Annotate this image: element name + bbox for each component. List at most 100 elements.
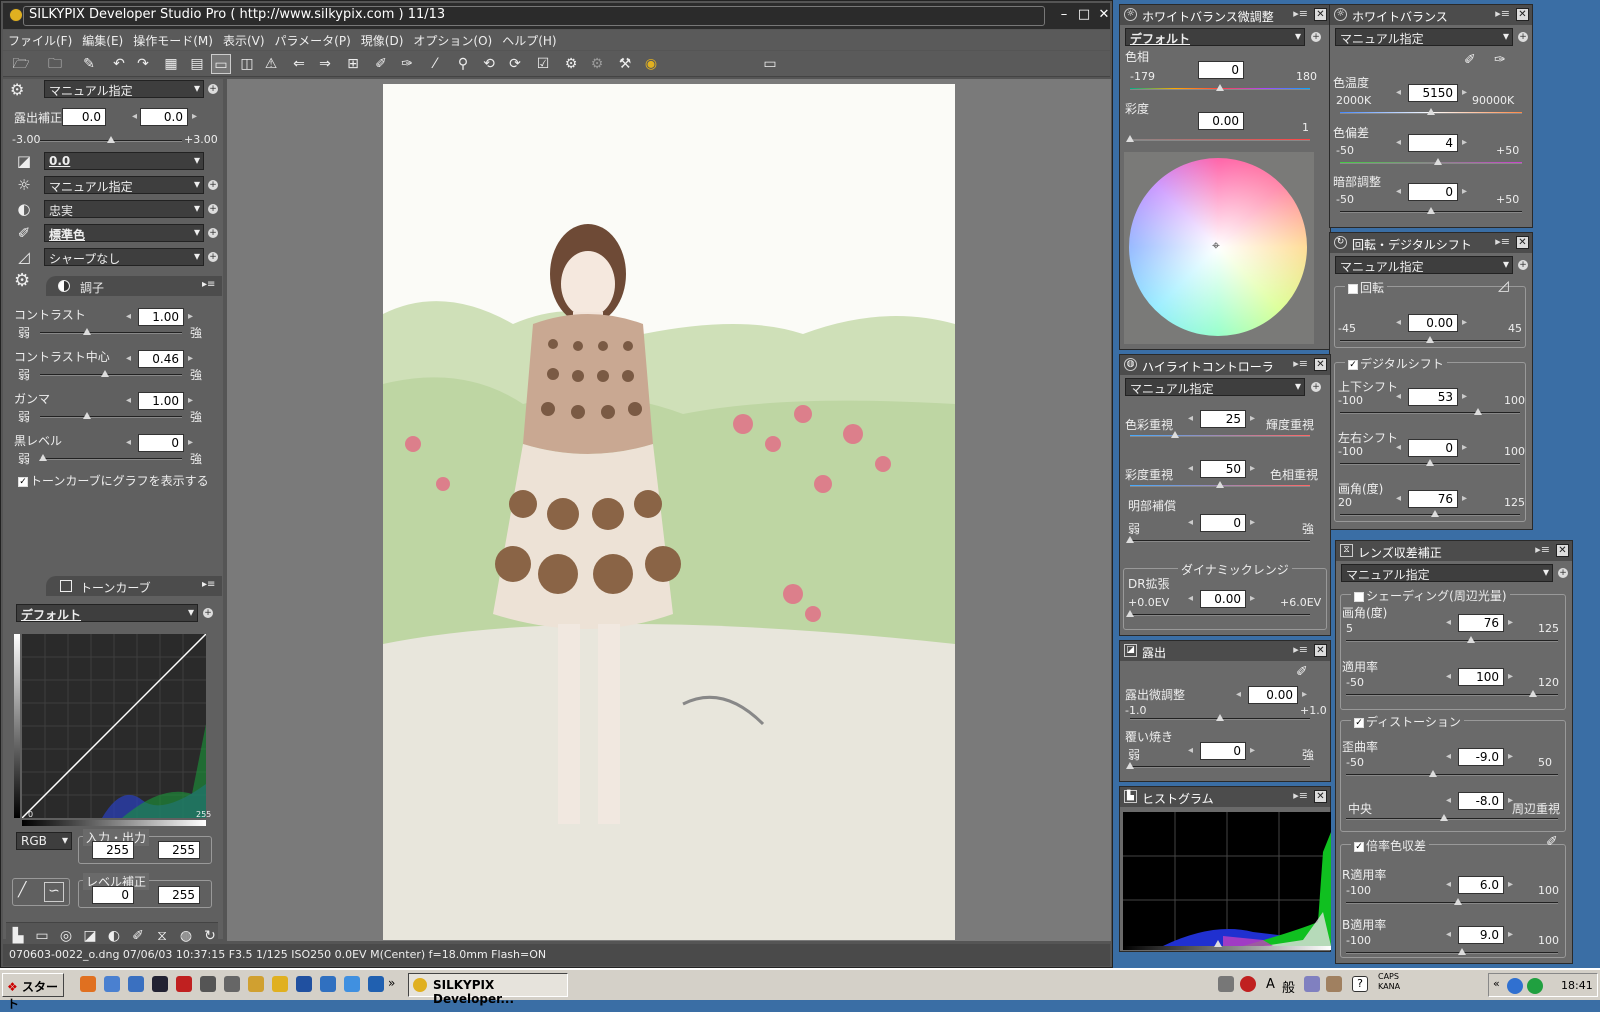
taskbar-silkypix[interactable]: SILKYPIX Developer... — [408, 973, 568, 1006]
menu-mode[interactable]: 操作モード(M) — [128, 30, 218, 51]
slider-thumb[interactable] — [1126, 536, 1134, 543]
tool-icon[interactable]: ⚒ — [615, 54, 635, 74]
increment-icon[interactable]: ▸ — [1250, 413, 1255, 424]
increment-icon[interactable]: ▸ — [1302, 689, 1307, 700]
slider-thumb[interactable] — [1434, 158, 1443, 165]
menu-develop[interactable]: 現像(D) — [356, 30, 409, 51]
decrement-icon[interactable]: ◂ — [1396, 137, 1401, 148]
menu-help[interactable]: ヘルプ(H) — [497, 30, 561, 51]
slider-thumb[interactable] — [1457, 948, 1466, 955]
slider-thumb[interactable] — [1528, 690, 1537, 697]
checkbox-icon[interactable]: ✓ — [18, 476, 28, 487]
decrement-icon[interactable]: ◂ — [126, 311, 131, 322]
rotate-right-icon[interactable]: ⟳ — [505, 54, 525, 74]
hl-b-input[interactable]: 50 — [1200, 460, 1246, 478]
decrement-icon[interactable]: ◂ — [126, 437, 131, 448]
panel-menu-icon[interactable]: ▸≡ — [1495, 7, 1510, 20]
slider-thumb[interactable] — [1126, 762, 1134, 769]
panel-menu-icon[interactable]: ▸≡ — [1495, 235, 1510, 248]
preset-select[interactable]: マニュアル指定 — [44, 80, 204, 98]
menu-parameter[interactable]: パラメータ(P) — [270, 30, 356, 51]
add-preset-icon[interactable]: + — [208, 228, 218, 238]
tone-slider-1[interactable] — [40, 370, 182, 377]
add-preset-icon[interactable]: + — [1558, 568, 1568, 578]
lens-b-slider[interactable] — [1346, 948, 1558, 955]
ime-icon[interactable] — [1240, 976, 1256, 992]
lens-apply-input[interactable]: 100 — [1458, 668, 1504, 686]
add-preset-icon[interactable]: + — [208, 252, 218, 262]
decrement-icon[interactable]: ◂ — [1446, 879, 1451, 890]
open-folder-icon[interactable]: 🗁 — [11, 54, 31, 74]
exposure-input-1[interactable]: 0.0 — [62, 108, 106, 126]
angle-input[interactable]: 76 — [1408, 490, 1458, 508]
temp-slider[interactable] — [1340, 108, 1522, 115]
rotate-left-icon[interactable]: ⟲ — [479, 54, 499, 74]
increment-icon[interactable]: ▸ — [1250, 463, 1255, 474]
slider-thumb[interactable] — [1426, 336, 1434, 343]
spline-mode-icon[interactable]: ∽ — [44, 882, 64, 902]
highlight-preset-select[interactable]: マニュアル指定 — [1125, 378, 1305, 396]
comment-tool-icon[interactable]: ▭ — [32, 926, 52, 946]
tint-slider[interactable] — [1340, 158, 1522, 165]
panel-close-icon[interactable]: ✕ — [1314, 644, 1327, 657]
slider-thumb[interactable] — [1454, 898, 1463, 905]
add-preset-icon[interactable]: + — [1311, 382, 1321, 392]
disc-icon[interactable] — [224, 976, 240, 992]
decrement-icon[interactable]: ◂ — [1446, 795, 1451, 806]
shift-check[interactable]: ✓ デジタルシフト — [1345, 355, 1447, 372]
keyboard-icon[interactable] — [1218, 976, 1234, 992]
shading-check[interactable]: シェーディング(周辺光量) — [1351, 587, 1510, 604]
menu-edit[interactable]: 編集(E) — [77, 30, 128, 51]
slider-thumb[interactable] — [1171, 431, 1179, 438]
param-select-3[interactable]: 標準色 — [44, 224, 204, 242]
slider-thumb[interactable] — [1216, 714, 1224, 721]
lr-input[interactable]: 0 — [1408, 439, 1458, 457]
menu-option[interactable]: オプション(O) — [408, 30, 497, 51]
list-view-icon[interactable]: ▤ — [187, 54, 207, 74]
hl-c-slider[interactable] — [1126, 536, 1310, 543]
lens-dist-input[interactable]: -9.0 — [1458, 748, 1504, 766]
param-select-4[interactable]: シャープなし — [44, 248, 204, 266]
maximize-button[interactable]: □ — [1075, 7, 1093, 25]
add-preset-icon[interactable]: + — [208, 204, 218, 214]
lens-angle-input[interactable]: 76 — [1458, 614, 1504, 632]
param-select-2[interactable]: 忠実 — [44, 200, 204, 218]
tone-curve-check[interactable]: ✓ トーンカーブにグラフを表示する — [18, 472, 209, 489]
panel-close-icon[interactable]: ✕ — [1516, 8, 1529, 21]
slider-thumb[interactable] — [1467, 636, 1476, 643]
panel-menu-icon[interactable]: ▸≡ — [1293, 357, 1308, 370]
hue-input[interactable]: 0 — [1198, 61, 1244, 79]
histogram-marker-icon[interactable] — [1214, 940, 1222, 947]
sat-slider[interactable] — [1126, 135, 1310, 142]
tone-curve-graph[interactable] — [22, 634, 206, 818]
increment-icon[interactable]: ▸ — [188, 311, 193, 322]
increment-icon[interactable]: ▸ — [188, 353, 193, 364]
lens-apply-slider[interactable] — [1346, 690, 1558, 697]
hl-a-input[interactable]: 25 — [1200, 410, 1246, 428]
angle-slider[interactable] — [1340, 510, 1520, 517]
tone-gear-icon[interactable]: ⚙ — [14, 270, 30, 291]
decrement-icon[interactable]: ◂ — [1396, 442, 1401, 453]
lens-dist-slider[interactable] — [1346, 770, 1558, 777]
decrement-icon[interactable]: ◂ — [1446, 671, 1451, 682]
slider-thumb[interactable] — [1126, 610, 1134, 617]
exp-fine-slider[interactable] — [1130, 714, 1310, 721]
exposure-picker-icon[interactable]: ✐ — [1296, 664, 1308, 680]
decrement-icon[interactable]: ◂ — [126, 353, 131, 364]
tone-slider-2[interactable] — [40, 412, 182, 419]
increment-icon[interactable]: ▸ — [1462, 391, 1467, 402]
increment-icon[interactable]: ▸ — [1508, 879, 1513, 890]
exp-burn-slider[interactable] — [1126, 762, 1310, 769]
slider-thumb[interactable] — [82, 328, 91, 335]
histogram-tool-icon[interactable]: ▙ — [8, 926, 28, 946]
panel-close-icon[interactable]: ✕ — [1516, 236, 1529, 249]
crosshair-icon[interactable]: ⌖ — [1212, 238, 1220, 254]
hl-b-slider[interactable] — [1130, 481, 1310, 488]
increment-icon[interactable]: ▸ — [1462, 137, 1467, 148]
increment-icon[interactable]: ▸ — [1250, 593, 1255, 604]
menu-view[interactable]: 表示(V) — [218, 30, 270, 51]
refresh-tool-icon[interactable]: ↻ — [200, 926, 220, 946]
slider-thumb[interactable] — [82, 412, 91, 419]
slider-thumb[interactable] — [1426, 459, 1434, 466]
io-input[interactable]: 255 — [92, 841, 134, 859]
